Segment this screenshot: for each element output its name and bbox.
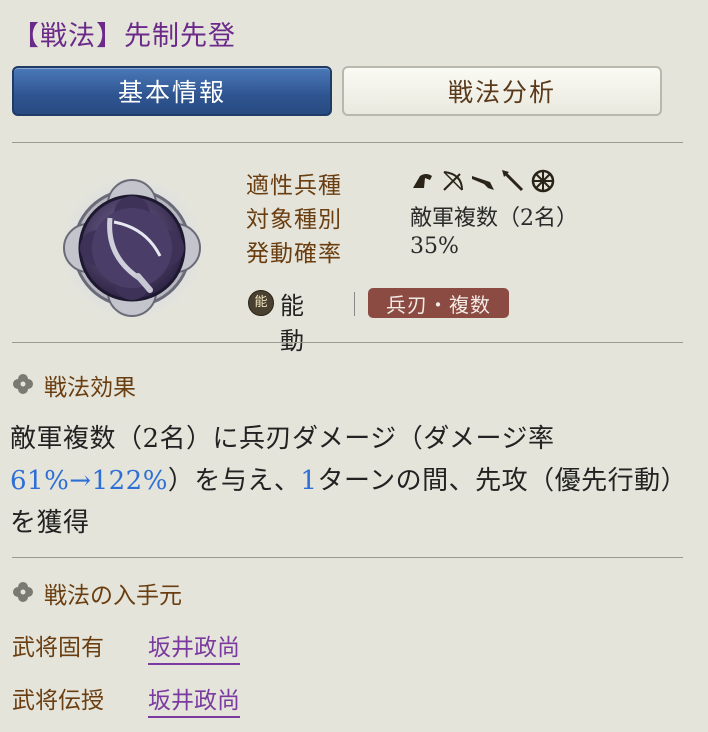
rate-label: 発動確率 xyxy=(246,241,342,267)
source-label: 武将固有 xyxy=(12,635,104,661)
active-type-icon: 能 xyxy=(248,290,274,316)
source-label: 武将伝授 xyxy=(12,688,104,714)
cavalry-icon xyxy=(413,174,432,188)
troop-icons xyxy=(410,168,556,194)
effect-text: 敵軍複数（2名）に兵刃ダメージ（ダメージ率 xyxy=(10,424,555,454)
source-heading: 戦法の入手元 xyxy=(44,583,182,609)
effect-heading: 戦法効果 xyxy=(44,375,136,401)
skill-sword-icon xyxy=(54,170,210,326)
divider xyxy=(12,342,683,343)
tab-bar: 基本情報 戦法分析 xyxy=(12,66,664,118)
divider xyxy=(354,292,355,316)
tab-skill-analysis[interactable]: 戦法分析 xyxy=(342,66,662,116)
divider xyxy=(12,557,683,558)
activation-type: 能動 xyxy=(280,292,304,355)
divider xyxy=(12,142,683,143)
damage-rate: 61%→122% xyxy=(10,466,168,496)
target-label: 対象種別 xyxy=(246,207,342,233)
spear-icon xyxy=(502,170,524,192)
tab-basic-info[interactable]: 基本情報 xyxy=(12,66,332,116)
general-link[interactable]: 坂井政尚 xyxy=(148,681,240,718)
effect-description: 敵軍複数（2名）に兵刃ダメージ（ダメージ率61%→122%）を与え、1ターンの間… xyxy=(10,418,682,544)
general-link[interactable]: 坂井政尚 xyxy=(148,628,240,665)
turn-count: 1 xyxy=(300,466,318,496)
rate-value: 35% xyxy=(410,234,459,259)
damage-type-tag: 兵刃・複数 xyxy=(368,288,509,318)
effect-text: ）を与え、 xyxy=(167,466,301,496)
clover-icon xyxy=(13,582,33,602)
suitable-troops-label: 適性兵種 xyxy=(246,173,342,199)
target-value: 敵軍複数（2名） xyxy=(410,206,578,231)
clover-icon xyxy=(13,374,33,394)
page-title: 【戦法】先制先登 xyxy=(12,21,236,52)
gun-icon xyxy=(472,176,494,190)
archer-icon xyxy=(443,171,463,191)
shield-icon xyxy=(531,169,555,193)
